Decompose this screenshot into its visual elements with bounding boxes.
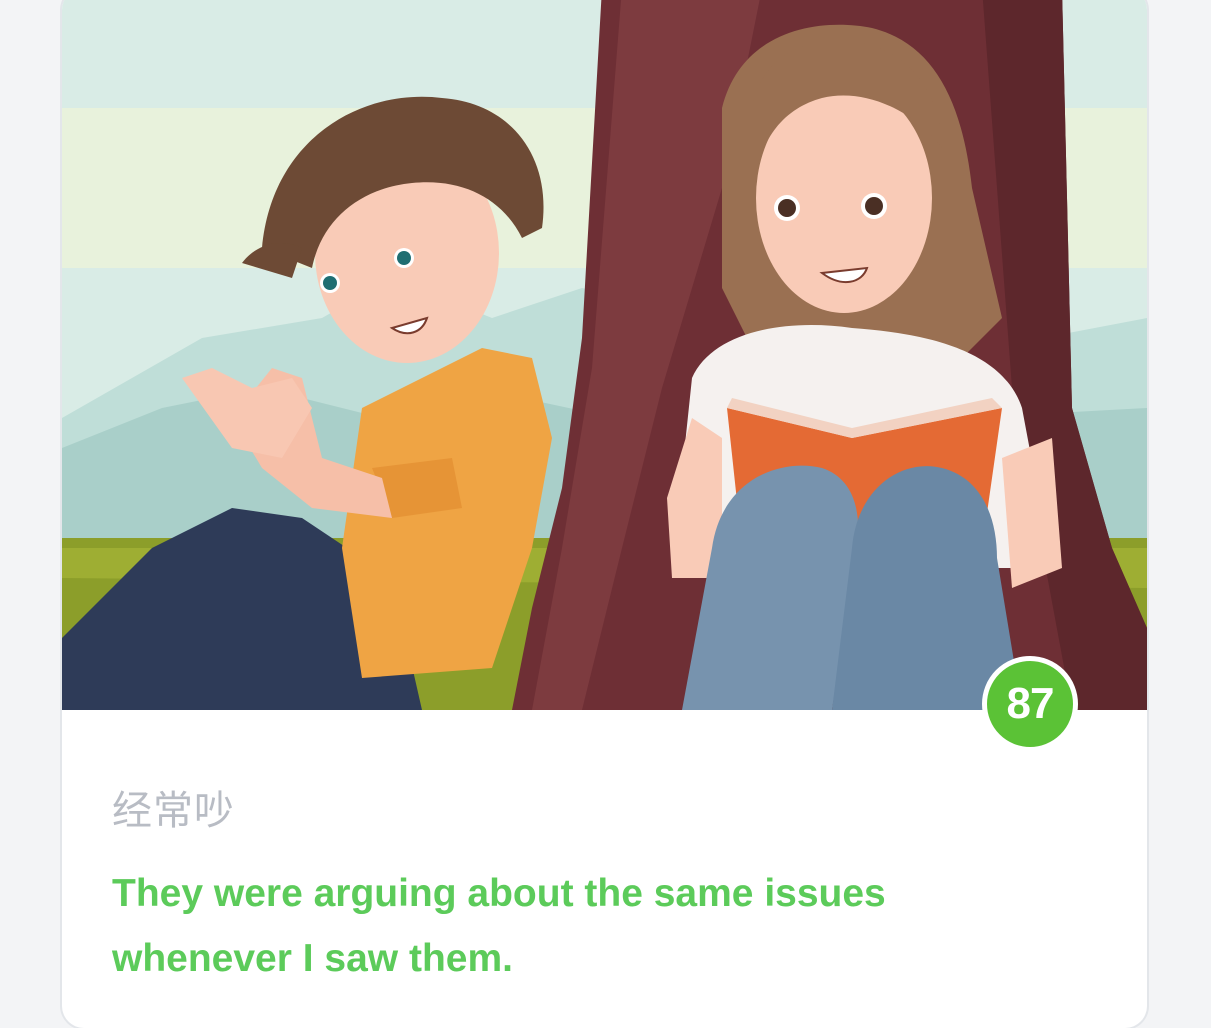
english-sentence[interactable]: They were arguing about the same issues … xyxy=(112,861,1012,991)
sentence-card[interactable]: 87 经常吵 They were arguing about the same … xyxy=(62,0,1147,1028)
chinese-phrase: 经常吵 xyxy=(112,788,235,834)
score-badge: 87 xyxy=(982,656,1078,752)
illustration-image xyxy=(62,0,1147,710)
